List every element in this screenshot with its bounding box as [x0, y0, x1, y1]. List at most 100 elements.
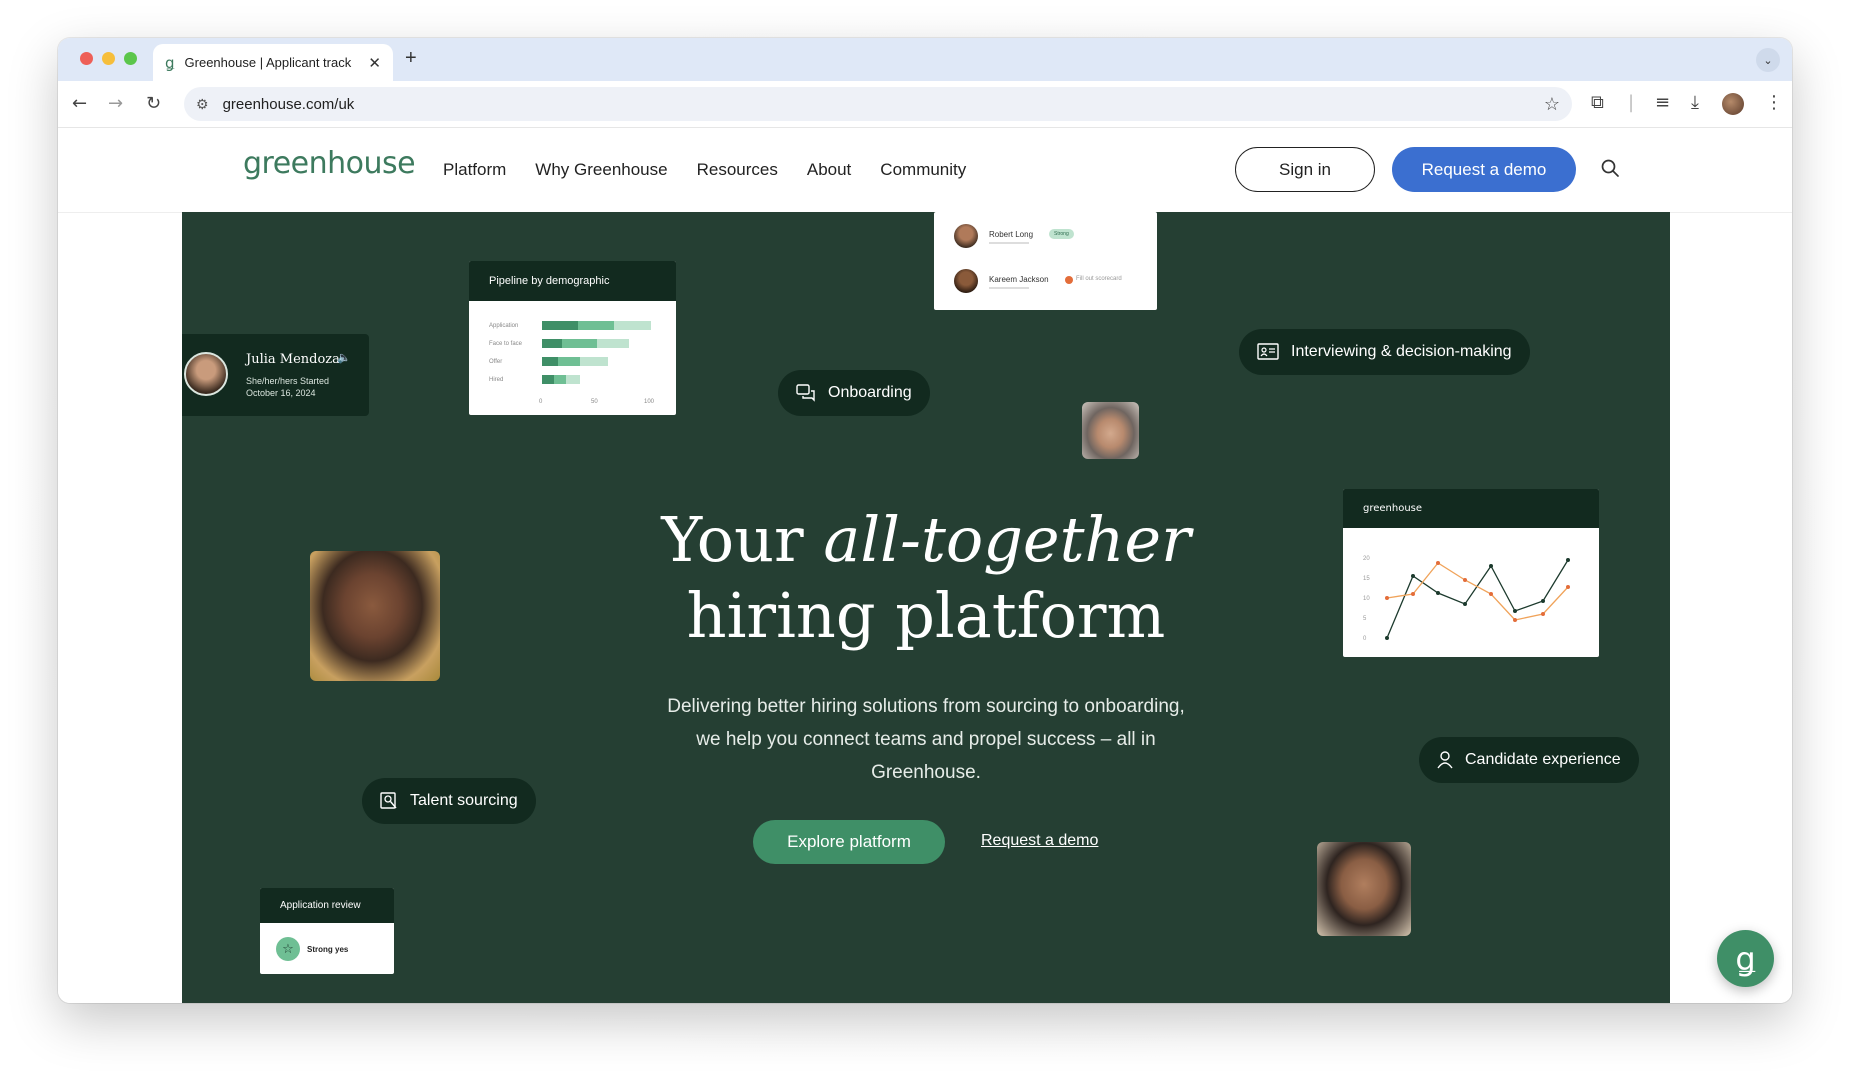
- status-dot-icon: [1065, 276, 1073, 284]
- pipeline-tick: 100: [644, 399, 655, 405]
- forward-icon[interactable]: →: [108, 93, 123, 114]
- site-header: greenhouse Platform Why Greenhouse Resou…: [58, 128, 1792, 212]
- pipeline-row-label: Face to face: [489, 341, 523, 347]
- speaker-icon: 🔈: [337, 351, 351, 364]
- pipeline-bar: [614, 321, 651, 330]
- julia-avatar: [184, 352, 228, 396]
- headline-part: hiring platform: [686, 579, 1166, 652]
- pipeline-title: Pipeline by demographic: [469, 261, 676, 301]
- kareem-subline: [989, 287, 1029, 289]
- analytics-line-chart: 20 15 10 5 0: [1363, 556, 1570, 642]
- tab-search-icon[interactable]: ⌄: [1756, 48, 1780, 72]
- pipeline-row-label: Application: [489, 323, 518, 329]
- menu-why-greenhouse[interactable]: Why Greenhouse: [535, 160, 667, 180]
- main-menu: Platform Why Greenhouse Resources About …: [443, 160, 966, 180]
- browser-tab[interactable]: ǥ Greenhouse | Applicant track ✕: [153, 44, 393, 81]
- chart-point: [1566, 585, 1570, 589]
- pipeline-bar: [542, 375, 554, 384]
- series-dark-line: [1386, 559, 1569, 639]
- headline-italic: all-together: [823, 503, 1191, 576]
- minimize-window-button[interactable]: [102, 52, 115, 65]
- request-demo-link[interactable]: Request a demo: [981, 832, 1098, 850]
- menu-platform[interactable]: Platform: [443, 160, 506, 180]
- menu-kebab-icon[interactable]: ⋮: [1765, 92, 1783, 113]
- headline-part: Your: [661, 503, 804, 576]
- profile-avatar[interactable]: [1722, 93, 1744, 115]
- greenhouse-chat-button[interactable]: ǥ: [1717, 930, 1774, 987]
- greenhouse-favicon-icon: ǥ: [165, 53, 175, 72]
- chart-point: [1489, 564, 1493, 568]
- download-icon[interactable]: ⤓: [1691, 92, 1699, 113]
- menu-resources[interactable]: Resources: [697, 160, 778, 180]
- robert-subline: [989, 242, 1029, 244]
- url-text: greenhouse.com/uk: [222, 95, 355, 113]
- chart-point: [1436, 591, 1440, 595]
- analytics-logo: greenhouse: [1343, 489, 1599, 528]
- search-icon[interactable]: [1600, 158, 1620, 178]
- chart-point: [1385, 596, 1389, 600]
- explore-platform-button[interactable]: Explore platform: [753, 820, 945, 864]
- bookmark-star-icon[interactable]: ☆: [1544, 94, 1560, 115]
- chart-point: [1489, 592, 1493, 596]
- site-settings-icon[interactable]: ⚙: [196, 96, 209, 113]
- window-controls: [80, 52, 137, 65]
- robert-avatar: [954, 224, 978, 248]
- pipeline-bar: [597, 339, 629, 348]
- extensions-icon[interactable]: ⧉: [1591, 92, 1604, 113]
- kareem-status: Fill out scorecard: [1076, 276, 1122, 282]
- chart-ytick: 10: [1363, 596, 1370, 602]
- request-demo-button[interactable]: Request a demo: [1392, 147, 1576, 192]
- menu-about[interactable]: About: [807, 160, 851, 180]
- tab-title: Greenhouse | Applicant track: [184, 55, 352, 70]
- website: greenhouse Platform Why Greenhouse Resou…: [58, 128, 1792, 1003]
- chart-point: [1411, 574, 1415, 578]
- back-icon[interactable]: ←: [72, 93, 87, 114]
- interviewing-pill: Interviewing & decision-making: [1239, 329, 1530, 375]
- tab-bar: ǥ Greenhouse | Applicant track ✕ + ⌄: [58, 38, 1792, 81]
- employee-card: Julia Mendoza 🔈 She/her/hers Started Oct…: [182, 334, 369, 416]
- scorecard-card: Robert Long Strong Kareem Jackson Fill o…: [934, 212, 1157, 310]
- onboarding-pill: Onboarding: [778, 370, 930, 416]
- new-tab-button[interactable]: +: [405, 47, 417, 70]
- pipeline-card: Pipeline by demographic Application Face…: [469, 261, 676, 415]
- hero-section: Julia Mendoza 🔈 She/her/hers Started Oct…: [182, 212, 1670, 1003]
- series-orange-line: [1386, 562, 1569, 621]
- address-bar[interactable]: ⚙ greenhouse.com/uk ☆: [184, 87, 1572, 121]
- pipeline-bar: [562, 339, 597, 348]
- close-window-button[interactable]: [80, 52, 93, 65]
- pipeline-bar: [554, 375, 566, 384]
- talent-sourcing-label: Talent sourcing: [410, 792, 518, 809]
- greenhouse-logo[interactable]: greenhouse: [243, 146, 416, 181]
- pipeline-bar: [580, 357, 608, 366]
- pipeline-bar: [558, 357, 580, 366]
- employee-name: Julia Mendoza: [246, 352, 340, 367]
- pipeline-row-label: Offer: [489, 359, 502, 365]
- pipeline-bar: [578, 321, 614, 330]
- profile-search-icon: [380, 792, 397, 809]
- pipeline-bar: [542, 339, 562, 348]
- talent-sourcing-pill: Talent sourcing: [362, 778, 536, 824]
- application-review-title: Application review: [260, 888, 394, 923]
- browser-window: ǥ Greenhouse | Applicant track ✕ + ⌄ ← →…: [58, 38, 1792, 1003]
- chart-point: [1385, 636, 1389, 640]
- reload-icon[interactable]: ↻: [146, 93, 161, 114]
- browser-toolbar: ← → ↻ ⚙ greenhouse.com/uk ☆ ⧉ | ≡ ⤓ ⋮: [58, 81, 1792, 128]
- chart-ytick: 15: [1363, 576, 1370, 582]
- candidate-photo: [1082, 402, 1139, 459]
- pipeline-bar: [566, 375, 580, 384]
- chart-ytick: 5: [1363, 616, 1367, 622]
- chart-point: [1513, 618, 1517, 622]
- analytics-card: greenhouse 20 15 10 5 0: [1343, 489, 1599, 657]
- toolbar-divider: |: [1628, 92, 1635, 113]
- employee-meta: She/her/hers Started October 16, 2024: [246, 376, 330, 398]
- chart-ytick: 0: [1363, 636, 1367, 642]
- candidate-photo: [1317, 842, 1411, 936]
- chart-point: [1463, 578, 1467, 582]
- close-tab-icon[interactable]: ✕: [368, 54, 381, 72]
- menu-community[interactable]: Community: [880, 160, 966, 180]
- interviewing-label: Interviewing & decision-making: [1291, 343, 1512, 360]
- chart-point: [1513, 609, 1517, 613]
- sign-in-button[interactable]: Sign in: [1235, 147, 1375, 192]
- maximize-window-button[interactable]: [124, 52, 137, 65]
- media-control-icon[interactable]: ≡: [1655, 92, 1670, 113]
